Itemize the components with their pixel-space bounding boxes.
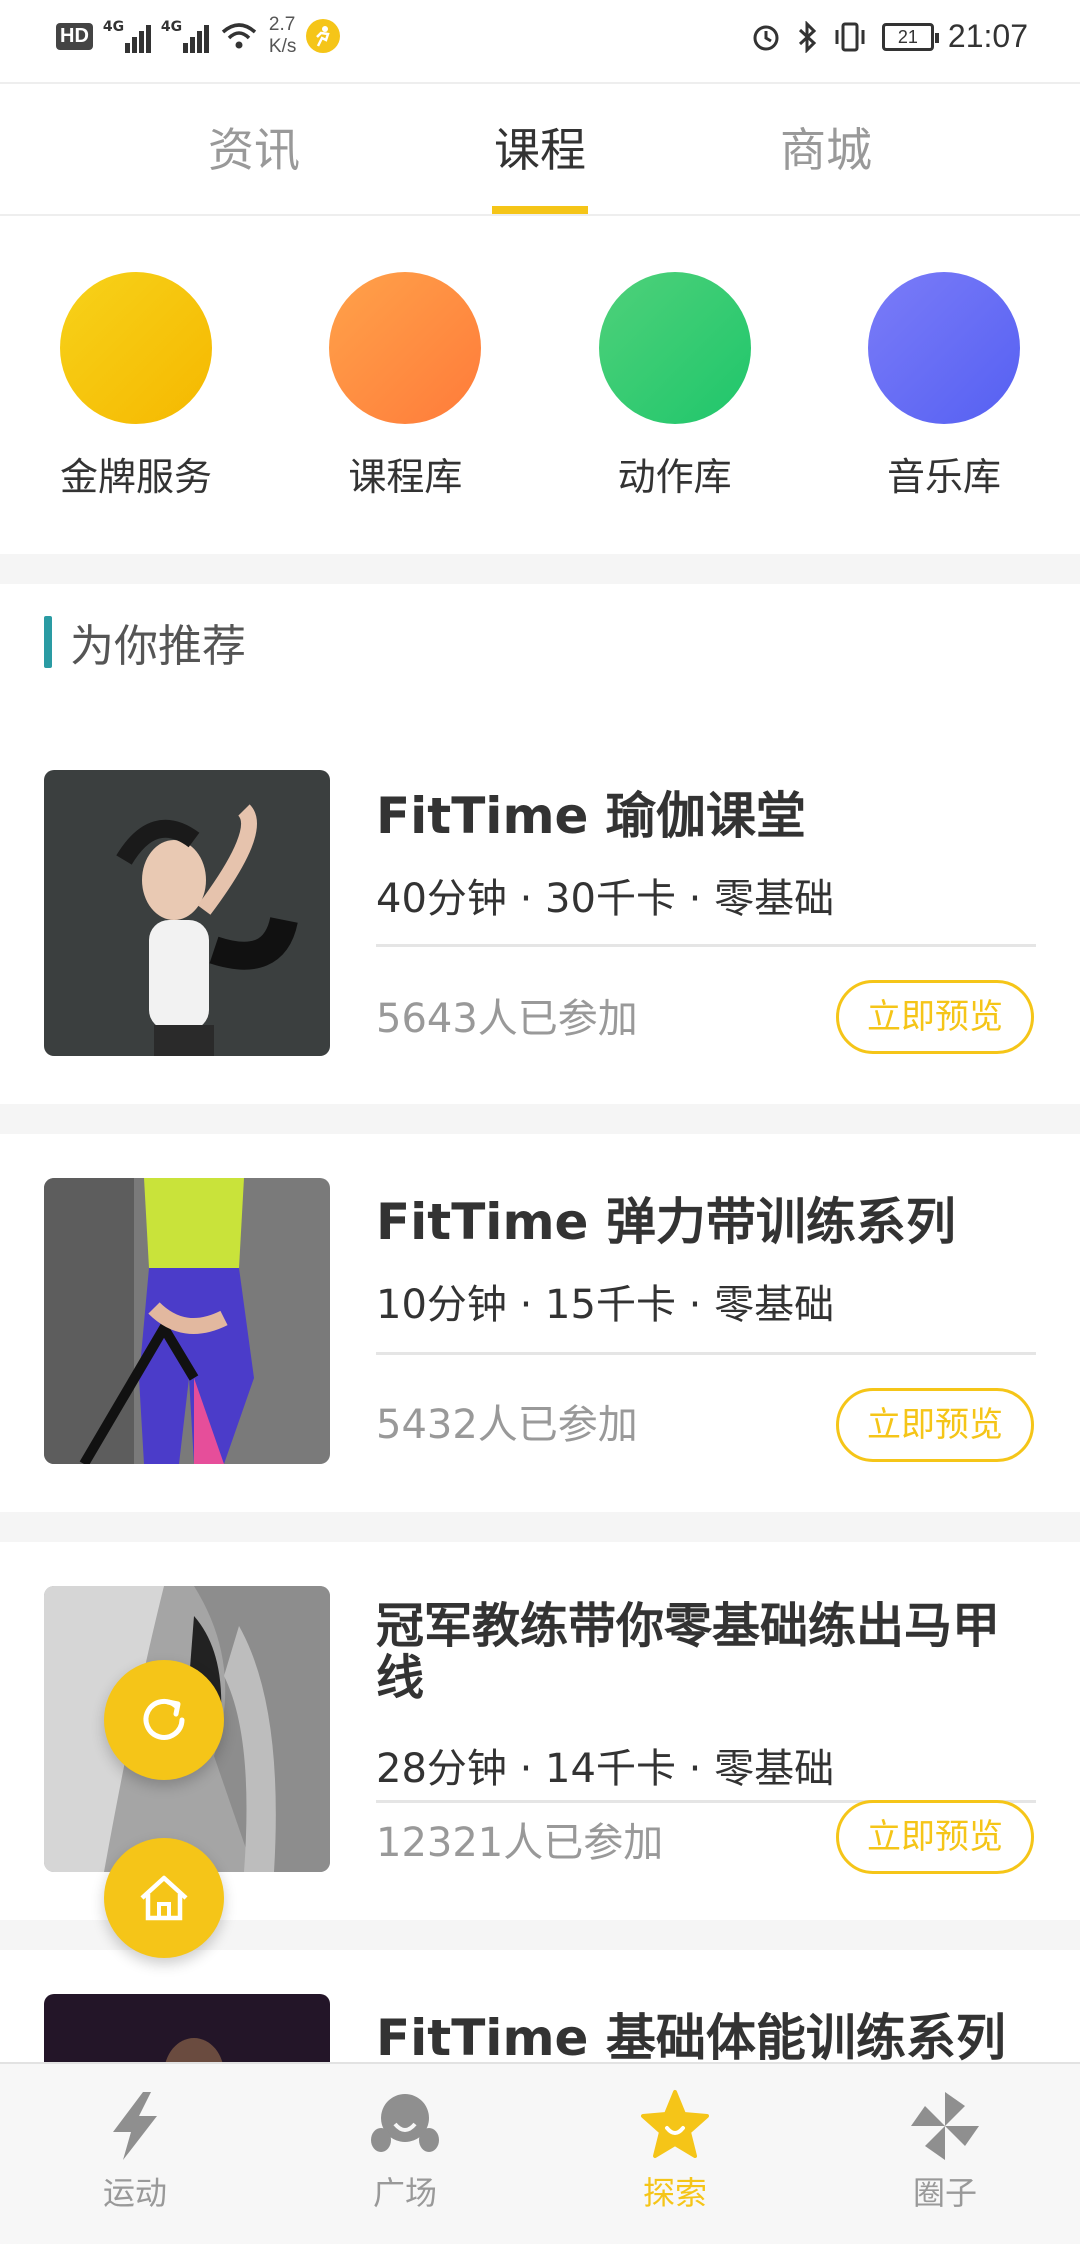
category-action-library[interactable]: 动作库 [585, 272, 765, 554]
category-label: 金牌服务 [59, 455, 212, 499]
category-shortcuts: 金牌服务 课程库 动作库 音乐库 [0, 216, 1080, 554]
participant-count: 5643人已参加 [376, 996, 638, 1042]
bluetooth-icon [798, 20, 817, 53]
signal-icon-2: 4G [161, 19, 209, 53]
course-title[interactable]: 冠军教练带你零基础练出马甲线 [376, 1600, 1036, 1704]
status-bar: HD 4G 4G 2.7 K/s 21 21:07 [0, 0, 1080, 82]
music-library-icon [867, 272, 1020, 424]
preview-button[interactable]: 立即预览 [836, 980, 1034, 1054]
battery-icon: 21 [881, 22, 939, 51]
course-title[interactable]: FitTime 弹力带训练系列 [376, 1196, 1036, 1248]
category-gold-service[interactable]: 金牌服务 [46, 272, 226, 554]
nav-label: 圈子 [912, 2174, 977, 2212]
nav-label: 运动 [102, 2174, 167, 2212]
status-left: HD 4G 4G 2.7 K/s [56, 14, 341, 58]
course-card[interactable]: FitTime 瑜伽课堂 40分钟 · 30千卡 · 零基础 5643人已参加 … [0, 730, 1080, 1108]
course-card[interactable]: FitTime 基础体能训练系列 [0, 1954, 1080, 2064]
category-label: 课程库 [348, 455, 463, 499]
divider [0, 1104, 1080, 1134]
participant-count: 5432人已参加 [376, 1402, 638, 1448]
participant-count: 12321人已参加 [376, 1820, 664, 1866]
clock: 21:07 [947, 18, 1028, 54]
refresh-icon [143, 1698, 185, 1740]
course-title[interactable]: FitTime 瑜伽课堂 [376, 790, 1036, 842]
course-thumbnail-resistance-band[interactable] [44, 1178, 330, 1464]
nav-item-plaza[interactable]: 广场 [270, 2064, 540, 2244]
home-icon [140, 1875, 188, 1921]
vibrate-icon [835, 22, 865, 51]
running-app-icon [306, 19, 341, 53]
signal-icon: 4G [103, 19, 151, 53]
section-header: 为你推荐 [44, 610, 246, 674]
bottom-nav: 运动 广场 探索 圈子 [0, 2062, 1080, 2244]
nav-label: 广场 [372, 2174, 437, 2212]
action-library-icon [598, 272, 751, 424]
card-divider [376, 944, 1036, 947]
divider [0, 554, 1080, 584]
category-music-library[interactable]: 音乐库 [854, 272, 1034, 554]
course-meta: 10分钟 · 15千卡 · 零基础 [376, 1282, 835, 1328]
nav-item-circle[interactable]: 圈子 [810, 2064, 1080, 2244]
star-icon [641, 2090, 709, 2158]
section-accent-bar [44, 616, 52, 668]
tab-mall[interactable]: 商城 [683, 84, 969, 214]
card-divider [376, 1352, 1036, 1355]
hd-badge: HD [56, 22, 93, 50]
nav-label: 探索 [642, 2174, 707, 2212]
category-course-library[interactable]: 课程库 [315, 272, 495, 554]
category-label: 动作库 [617, 455, 732, 499]
status-right: 21 21:07 [750, 18, 1028, 55]
top-tabs: 资讯 课程 商城 [0, 82, 1080, 216]
course-card[interactable]: FitTime 弹力带训练系列 10分钟 · 15千卡 · 零基础 5432人已… [0, 1138, 1080, 1516]
divider [0, 1512, 1080, 1542]
home-button[interactable] [104, 1838, 224, 1958]
preview-button[interactable]: 立即预览 [836, 1800, 1034, 1874]
section-title: 为你推荐 [70, 621, 246, 672]
preview-button[interactable]: 立即预览 [836, 1388, 1034, 1462]
gold-service-icon [60, 272, 212, 424]
lightning-icon [113, 2092, 157, 2160]
alarm-icon [753, 25, 779, 50]
course-thumbnail-fitness[interactable] [44, 1994, 330, 2064]
wifi-icon [221, 23, 257, 49]
network-speed: 2.7 K/s [268, 14, 297, 57]
course-thumbnail-yoga[interactable] [44, 770, 330, 1056]
course-meta: 28分钟 · 14千卡 · 零基础 [376, 1746, 835, 1792]
nav-item-explore[interactable]: 探索 [540, 2064, 810, 2244]
tab-courses[interactable]: 课程 [397, 84, 683, 214]
plaza-icon [371, 2094, 439, 2152]
tab-news[interactable]: 资讯 [111, 84, 397, 214]
nav-item-sport[interactable]: 运动 [0, 2064, 270, 2244]
course-library-icon [329, 272, 482, 424]
refresh-button[interactable] [104, 1660, 224, 1780]
course-title[interactable]: FitTime 基础体能训练系列 [376, 2012, 1036, 2064]
category-label: 音乐库 [886, 455, 1001, 499]
pinwheel-icon [911, 2092, 979, 2160]
course-meta: 40分钟 · 30千卡 · 零基础 [376, 876, 835, 922]
